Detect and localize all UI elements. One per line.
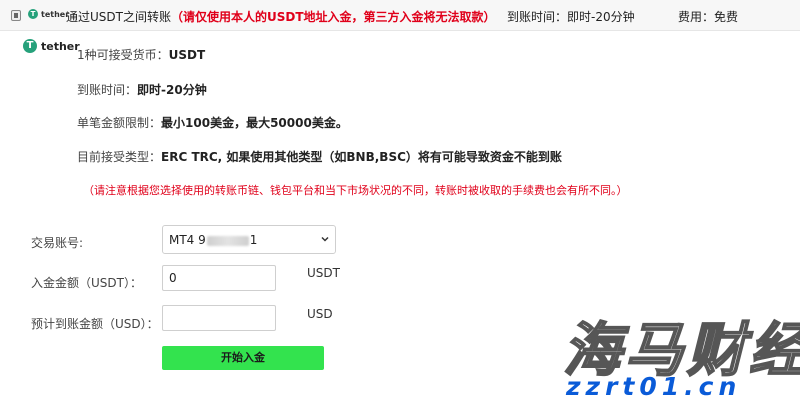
account-select[interactable]: MT4 9 1 (162, 225, 336, 254)
account-suffix: 1 (249, 233, 258, 247)
estimated-unit: USD (307, 307, 333, 321)
tether-logo-text: tether (41, 39, 80, 53)
fee-notice: （请注意根据您选择使用的转账币链、钱包平台和当下市场状况的不同，转账时被收取的手… (83, 184, 628, 197)
payment-method-radio[interactable] (11, 10, 21, 21)
amount-label: 入金金额（USDT）： (31, 276, 142, 290)
top-bar: T tether 通过USDT之间转账（请仅使用本人的USDT地址入金，第三方入… (0, 0, 800, 31)
accepted-types-value: ERC TRC, 如果使用其他类型（如BNB,BSC）将有可能导致资金不能到账 (161, 150, 562, 164)
estimated-amount-input[interactable] (162, 305, 276, 331)
amount-unit: USDT (307, 266, 340, 280)
account-label: 交易账号: (31, 236, 84, 250)
amount-input[interactable]: 0 (162, 265, 276, 291)
accepted-types-label: 目前接受类型： (77, 150, 162, 164)
accepted-currency-value: USDT (168, 48, 206, 62)
tether-icon: T (28, 9, 38, 19)
method-warning: （请仅使用本人的USDT地址入金，第三方入金将无法取款） (170, 10, 496, 24)
watermark-url: zzrt01.cn (566, 372, 742, 401)
amount-limit-value: 最小100美金，最大50000美金。 (161, 116, 348, 130)
method-title-text: 通过USDT之间转账 (66, 10, 171, 24)
accepted-currency-label: 1种可接受货币： (77, 48, 169, 62)
accepted-currency: 1种可接受货币：USDT (77, 46, 205, 63)
tether-logo-small: T tether (28, 9, 69, 19)
arrival-time-summary: 到账时间：即时-20分钟 (507, 10, 635, 24)
account-redacted (206, 235, 249, 246)
arrival-time-value: 即时-20分钟 (137, 83, 207, 97)
account-prefix: MT4 9 (169, 233, 206, 247)
accepted-types: 目前接受类型：ERC TRC, 如果使用其他类型（如BNB,BSC）将有可能导致… (77, 148, 562, 165)
start-deposit-button[interactable]: 开始入金 (162, 346, 324, 370)
arrival-time: 到账时间：即时-20分钟 (77, 81, 207, 98)
chevron-down-icon (321, 236, 329, 242)
arrival-time-label: 到账时间： (77, 83, 138, 97)
tether-logo-text: tether (41, 9, 70, 19)
method-title: 通过USDT之间转账（请仅使用本人的USDT地址入金，第三方入金将无法取款） (66, 8, 496, 25)
tether-logo: T tether (23, 39, 80, 53)
fee-summary: 费用：免费 (678, 10, 739, 24)
amount-limit-label: 单笔金额限制： (77, 116, 162, 130)
tether-icon: T (23, 39, 37, 53)
amount-limit: 单笔金额限制：最小100美金，最大50000美金。 (77, 114, 348, 131)
estimated-label: 预计到账金额（USD）： (31, 317, 159, 331)
